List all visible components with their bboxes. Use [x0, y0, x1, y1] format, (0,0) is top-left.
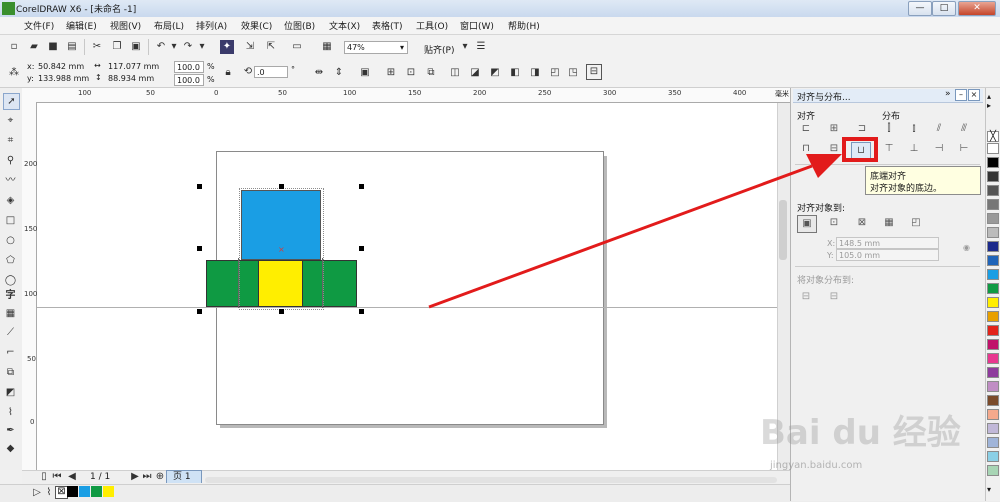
arrow-line: [428, 164, 813, 309]
watermark: Bai du 经验: [760, 413, 961, 453]
watermark-url: jingyan.baidu.com: [770, 460, 863, 471]
